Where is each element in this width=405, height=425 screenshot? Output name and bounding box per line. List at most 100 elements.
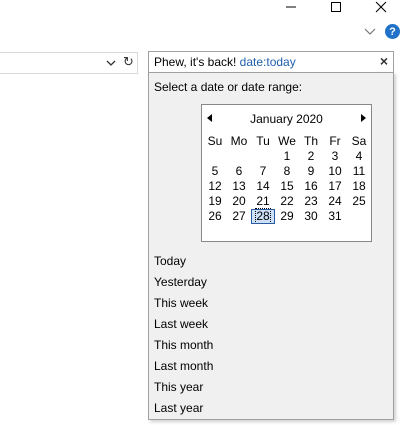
chevron-down-icon bbox=[364, 28, 376, 35]
calendar-day[interactable]: 2 bbox=[299, 149, 323, 164]
calendar-day-number: 6 bbox=[235, 164, 243, 178]
calendar-day-number: 13 bbox=[232, 179, 246, 193]
calendar-day[interactable]: 24 bbox=[323, 194, 347, 209]
calendar-day[interactable]: 9 bbox=[299, 164, 323, 179]
weekday-label: Tu bbox=[256, 134, 270, 148]
calendar-day-number: 27 bbox=[232, 209, 246, 223]
calendar-grid: Su Mo Tu We Th Fr Sa 1 2 3 4 5 6 7 8 9 10 11 12 13 14 15 16 17 1… bbox=[203, 134, 371, 224]
calendar-day[interactable]: 21 bbox=[251, 194, 275, 209]
calendar-day[interactable]: 3 bbox=[323, 149, 347, 164]
refresh-icon: ↻ bbox=[123, 54, 134, 69]
calendar-day-number: 28 bbox=[255, 208, 271, 224]
calendar-day-number: 24 bbox=[328, 194, 342, 208]
maximize-icon bbox=[331, 2, 341, 12]
calendar-day[interactable]: 13 bbox=[227, 179, 251, 194]
date-preset-last-week[interactable]: Last week bbox=[154, 314, 384, 335]
minimize-icon bbox=[286, 6, 296, 8]
date-preset-yesterday[interactable]: Yesterday bbox=[154, 272, 384, 293]
date-preset-this-month[interactable]: This month bbox=[154, 335, 384, 356]
calendar-day[interactable]: 28 bbox=[251, 208, 275, 224]
date-preset-today[interactable]: Today bbox=[154, 251, 384, 272]
weekday-label: Sa bbox=[351, 134, 367, 148]
calendar-day[interactable]: 10 bbox=[323, 164, 347, 179]
calendar-day[interactable]: 27 bbox=[227, 209, 251, 224]
calendar-week-row: 5 6 7 8 9 10 11 bbox=[203, 164, 371, 179]
date-preset-last-year[interactable]: Last year bbox=[154, 398, 384, 419]
help-icon: ? bbox=[389, 25, 396, 38]
calendar-day-number: 14 bbox=[256, 179, 270, 193]
calendar-day[interactable]: 11 bbox=[347, 164, 371, 179]
calendar: January 2020 Su Mo Tu We Th Fr Sa 1 2 3 4 5 6 7 8 9 10 11… bbox=[201, 104, 372, 242]
date-preset-this-week[interactable]: This week bbox=[154, 293, 384, 314]
calendar-day-number: 8 bbox=[283, 164, 291, 178]
calendar-day[interactable]: 31 bbox=[323, 209, 347, 224]
calendar-day[interactable]: 29 bbox=[275, 209, 299, 224]
address-history-dropdown[interactable] bbox=[104, 56, 118, 70]
chevron-down-icon bbox=[106, 60, 116, 66]
weekday-label: Th bbox=[303, 134, 318, 148]
calendar-week-row: 1 2 3 4 bbox=[203, 149, 371, 164]
calendar-day-number: 7 bbox=[259, 164, 267, 178]
calendar-day[interactable]: 15 bbox=[275, 179, 299, 194]
calendar-day[interactable]: 22 bbox=[275, 194, 299, 209]
date-filter-panel: Select a date or date range: January 202… bbox=[148, 72, 394, 420]
calendar-day[interactable]: 8 bbox=[275, 164, 299, 179]
calendar-day[interactable]: 6 bbox=[227, 164, 251, 179]
search-input[interactable]: Phew, it's back! date:today bbox=[154, 55, 296, 69]
calendar-day-number: 16 bbox=[304, 179, 318, 193]
calendar-week-row: 19 20 21 22 23 24 25 bbox=[203, 194, 371, 209]
calendar-day-number: 26 bbox=[208, 209, 222, 223]
calendar-day[interactable]: 30 bbox=[299, 209, 323, 224]
calendar-day-number: 1 bbox=[283, 149, 291, 163]
expand-ribbon-button[interactable] bbox=[362, 23, 378, 39]
weekday-header-row: Su Mo Tu We Th Fr Sa bbox=[203, 134, 371, 149]
calendar-day[interactable]: 18 bbox=[347, 179, 371, 194]
calendar-day[interactable]: 26 bbox=[203, 209, 227, 224]
close-icon bbox=[375, 1, 387, 13]
date-preset-last-month[interactable]: Last month bbox=[154, 356, 384, 377]
close-icon: × bbox=[379, 53, 388, 69]
weekday-label: Mo bbox=[230, 134, 248, 148]
calendar-day-number: 29 bbox=[280, 209, 294, 223]
calendar-day[interactable]: 7 bbox=[251, 164, 275, 179]
refresh-button[interactable]: ↻ bbox=[120, 52, 137, 72]
calendar-week-row: 12 13 14 15 16 17 18 bbox=[203, 179, 371, 194]
weekday-label: Fr bbox=[329, 134, 341, 148]
calendar-day-number: 31 bbox=[328, 209, 342, 223]
calendar-day[interactable]: 17 bbox=[323, 179, 347, 194]
calendar-day-number: 25 bbox=[352, 194, 366, 208]
search-date-token: date:today bbox=[239, 55, 296, 69]
calendar-day[interactable]: 14 bbox=[251, 179, 275, 194]
calendar-day[interactable]: 25 bbox=[347, 194, 371, 209]
calendar-week-row: 26 27 28 29 30 31 bbox=[203, 208, 371, 224]
calendar-day[interactable]: 19 bbox=[203, 194, 227, 209]
calendar-day-number: 20 bbox=[232, 194, 246, 208]
calendar-day-number: 11 bbox=[352, 164, 366, 178]
clear-search-button[interactable]: × bbox=[380, 53, 388, 69]
date-presets-list: Today Yesterday This week Last week This mon… bbox=[154, 251, 384, 419]
search-box[interactable]: Phew, it's back! date:today × bbox=[148, 51, 394, 72]
next-month-icon[interactable] bbox=[361, 114, 366, 122]
calendar-day[interactable]: 23 bbox=[299, 194, 323, 209]
calendar-day[interactable]: 16 bbox=[299, 179, 323, 194]
calendar-day[interactable]: 20 bbox=[227, 194, 251, 209]
date-prompt-label: Select a date or date range: bbox=[154, 80, 303, 94]
calendar-day[interactable]: 1 bbox=[275, 149, 299, 164]
calendar-day-number: 22 bbox=[280, 194, 294, 208]
calendar-day-number: 17 bbox=[328, 179, 342, 193]
help-button[interactable]: ? bbox=[385, 24, 400, 39]
calendar-day[interactable]: 5 bbox=[203, 164, 227, 179]
minimize-button[interactable] bbox=[277, 0, 305, 14]
date-preset-this-year[interactable]: This year bbox=[154, 377, 384, 398]
calendar-day-number: 19 bbox=[208, 194, 222, 208]
search-query-text: Phew, it's back! bbox=[154, 55, 240, 69]
calendar-day-number: 30 bbox=[304, 209, 318, 223]
calendar-day[interactable]: 4 bbox=[347, 149, 371, 164]
calendar-day-number: 18 bbox=[352, 179, 366, 193]
calendar-day[interactable]: 12 bbox=[203, 179, 227, 194]
maximize-button[interactable] bbox=[322, 0, 350, 14]
calendar-day-number: 9 bbox=[307, 164, 315, 178]
calendar-month-label[interactable]: January 2020 bbox=[202, 112, 371, 126]
calendar-day-number: 3 bbox=[331, 149, 339, 163]
close-window-button[interactable] bbox=[367, 0, 395, 14]
